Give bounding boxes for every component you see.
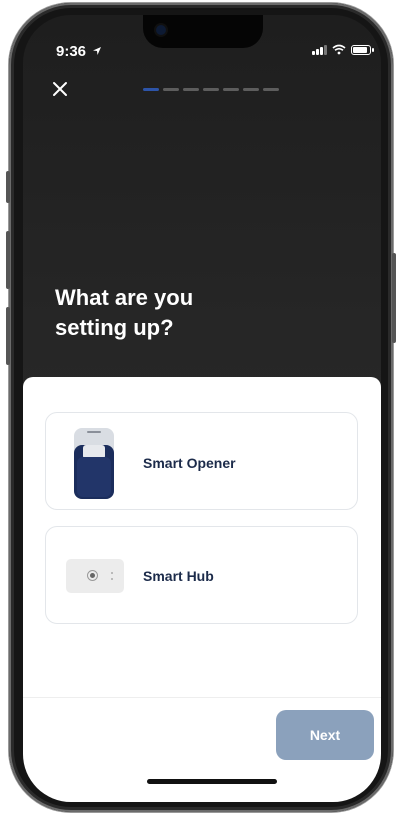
close-button[interactable] [49,77,71,99]
battery-icon [351,44,374,55]
signal-icon [312,44,327,55]
progress-step [143,88,159,91]
progress-step [223,88,239,91]
step-progress-indicator [143,88,279,91]
power-button [392,253,396,343]
time-text: 9:36 [56,43,87,60]
progress-step [163,88,179,91]
status-time: 9:36 [56,43,102,60]
footer-divider [23,697,381,698]
status-icons [312,44,374,55]
progress-step [203,88,219,91]
volume-down-button [6,307,10,365]
option-label: Smart Opener [143,455,236,471]
option-smart-hub[interactable]: Smart Hub [45,526,358,624]
home-indicator [147,779,277,784]
progress-step [183,88,199,91]
location-arrow-icon [93,47,102,55]
app-screen: 9:36 What are you setting up? Smart Open… [23,15,381,802]
page-title-line-2: setting up? [55,315,174,340]
camera-icon [156,25,166,35]
mute-switch [6,171,10,203]
page-title: What are you setting up? [55,283,295,343]
progress-step [243,88,259,91]
close-icon [53,82,67,96]
wifi-icon [332,44,346,55]
progress-step [263,88,279,91]
volume-up-button [6,231,10,289]
option-label: Smart Hub [143,568,214,584]
options-sheet: Smart Opener Smart Hub Next [23,377,381,802]
next-button[interactable]: Next [276,710,374,760]
smart-hub-device-icon [66,559,124,593]
page-title-line-1: What are you [55,285,194,310]
smart-opener-device-icon [74,428,114,499]
option-smart-opener[interactable]: Smart Opener [45,412,358,510]
